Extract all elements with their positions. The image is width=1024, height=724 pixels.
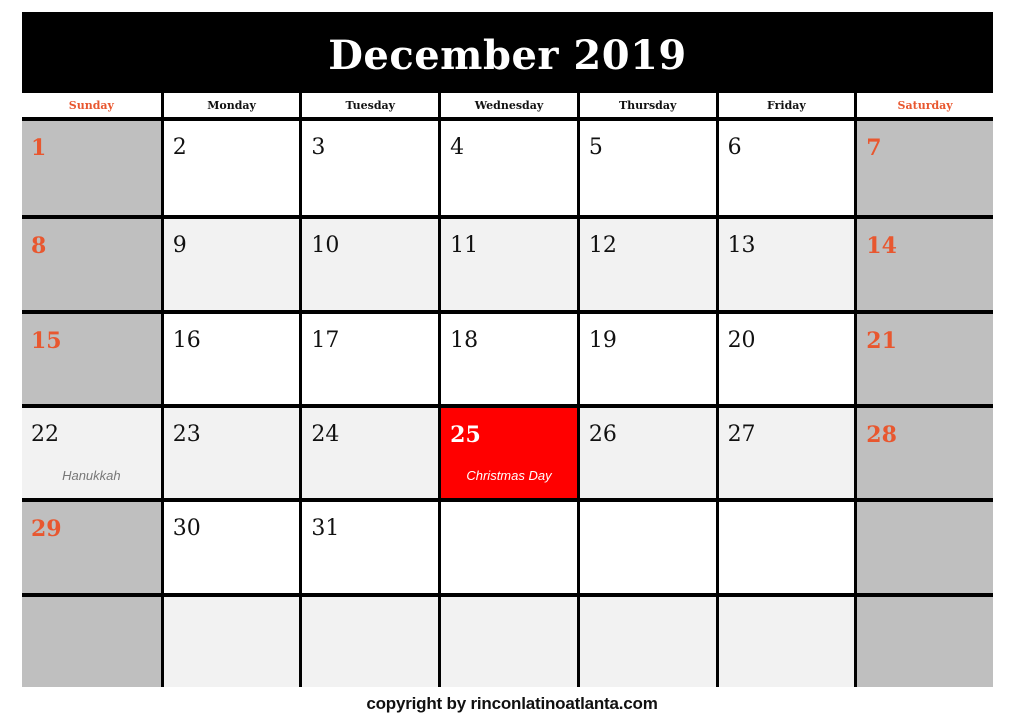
day-cell-27: 27 bbox=[715, 404, 855, 499]
weekday-label-wednesday: Wednesday bbox=[438, 93, 577, 117]
day-cell-16: 16 bbox=[160, 309, 300, 404]
day-number: 7 bbox=[866, 135, 882, 161]
day-cell-29: 29 bbox=[22, 498, 161, 593]
day-cell-31: 31 bbox=[299, 498, 439, 593]
weekday-label-sunday: Sunday bbox=[68, 98, 114, 112]
weekday-label-friday: Friday bbox=[715, 93, 855, 117]
day-cell-26: 26 bbox=[576, 404, 716, 499]
day-cell-22: 22 Hanukkah bbox=[22, 404, 161, 499]
day-cell-2: 2 bbox=[160, 121, 300, 216]
copyright-footer: copyright by rinconlatinoatlanta.com bbox=[366, 694, 658, 713]
day-number: 29 bbox=[31, 516, 62, 543]
empty-day-cell bbox=[299, 592, 439, 687]
day-cell-13: 13 bbox=[715, 215, 855, 310]
day-number: 12 bbox=[588, 233, 617, 259]
day-number: 27 bbox=[727, 422, 756, 447]
day-cell-10: 10 bbox=[299, 215, 439, 310]
weekday-label-tuesday: Tuesday bbox=[299, 93, 438, 117]
day-number: 15 bbox=[31, 327, 62, 354]
day-number: 19 bbox=[588, 327, 617, 353]
day-cell-24: 24 bbox=[299, 404, 439, 499]
day-number: 21 bbox=[866, 327, 897, 354]
day-cell-9: 9 bbox=[160, 215, 300, 310]
day-number: 24 bbox=[311, 422, 340, 447]
day-cell-14: 14 bbox=[854, 215, 993, 310]
empty-day-cell bbox=[854, 498, 993, 593]
day-number: 14 bbox=[866, 233, 897, 260]
day-number: 16 bbox=[172, 327, 201, 353]
day-number: 18 bbox=[450, 327, 479, 353]
weekday-label-thursday: Thursday bbox=[576, 93, 716, 117]
day-number: 9 bbox=[172, 233, 187, 259]
day-number: 20 bbox=[727, 327, 756, 353]
day-cell-12: 12 bbox=[576, 215, 716, 310]
day-cell-3: 3 bbox=[299, 121, 439, 216]
day-number: 2 bbox=[172, 135, 187, 160]
day-cell-23: 23 bbox=[160, 404, 300, 499]
day-number: 28 bbox=[866, 422, 897, 448]
day-number: 17 bbox=[311, 327, 340, 353]
day-cell-4: 4 bbox=[438, 121, 577, 216]
day-number: 31 bbox=[311, 516, 340, 542]
day-cell-21: 21 bbox=[854, 309, 993, 404]
day-cell-30: 30 bbox=[160, 498, 300, 593]
day-cell-28: 28 bbox=[854, 404, 993, 499]
day-cell-1: 1 bbox=[22, 121, 161, 216]
weekday-label-saturday: Saturday bbox=[854, 93, 993, 117]
day-number: 10 bbox=[311, 233, 340, 259]
empty-day-cell bbox=[715, 498, 855, 593]
day-cell-5: 5 bbox=[576, 121, 716, 216]
day-number: 6 bbox=[727, 135, 742, 160]
day-number: 22 bbox=[31, 422, 59, 447]
day-cell-17: 17 bbox=[299, 309, 439, 404]
day-number: 23 bbox=[172, 422, 201, 447]
month-title: December 2019 bbox=[328, 32, 687, 79]
day-number: 4 bbox=[450, 135, 465, 160]
day-number: 1 bbox=[31, 135, 47, 161]
empty-day-cell bbox=[22, 592, 161, 687]
weekday-header-row: Sunday Monday Tuesday Wednesday Thursday Frid… bbox=[22, 93, 993, 121]
empty-day-cell bbox=[715, 592, 855, 687]
day-cell-11: 11 bbox=[438, 215, 577, 310]
day-number: 26 bbox=[588, 422, 617, 447]
day-number: 8 bbox=[31, 233, 47, 260]
empty-day-cell bbox=[438, 498, 577, 593]
empty-day-cell bbox=[576, 498, 716, 593]
day-cell-20: 20 bbox=[715, 309, 855, 404]
calendar-header: December 2019 bbox=[22, 12, 993, 93]
day-cell-7: 7 bbox=[854, 121, 993, 216]
day-cell-19: 19 bbox=[576, 309, 716, 404]
day-number: 11 bbox=[450, 233, 479, 259]
day-cell-15: 15 bbox=[22, 309, 161, 404]
day-cell-25: 25 Christmas Day bbox=[438, 404, 577, 499]
calendar-grid: 1 2 3 4 5 6 7 8 9 10 11 12 13 14 15 16 17 18 19 20 21 22 Hanuk… bbox=[22, 121, 993, 687]
day-number: 5 bbox=[588, 135, 603, 160]
day-cell-18: 18 bbox=[438, 309, 577, 404]
day-number: 25 bbox=[450, 422, 481, 448]
day-cell-6: 6 bbox=[715, 121, 855, 216]
empty-day-cell bbox=[438, 592, 577, 687]
day-cell-8: 8 bbox=[22, 215, 161, 310]
day-number: 30 bbox=[172, 516, 201, 542]
holiday-label: Hanukkah bbox=[62, 468, 121, 483]
day-number: 3 bbox=[311, 135, 326, 160]
day-number: 13 bbox=[727, 233, 756, 259]
weekday-label-monday: Monday bbox=[160, 93, 300, 117]
empty-day-cell bbox=[576, 592, 716, 687]
empty-day-cell bbox=[854, 592, 993, 687]
empty-day-cell bbox=[160, 592, 300, 687]
holiday-label: Christmas Day bbox=[466, 468, 552, 483]
